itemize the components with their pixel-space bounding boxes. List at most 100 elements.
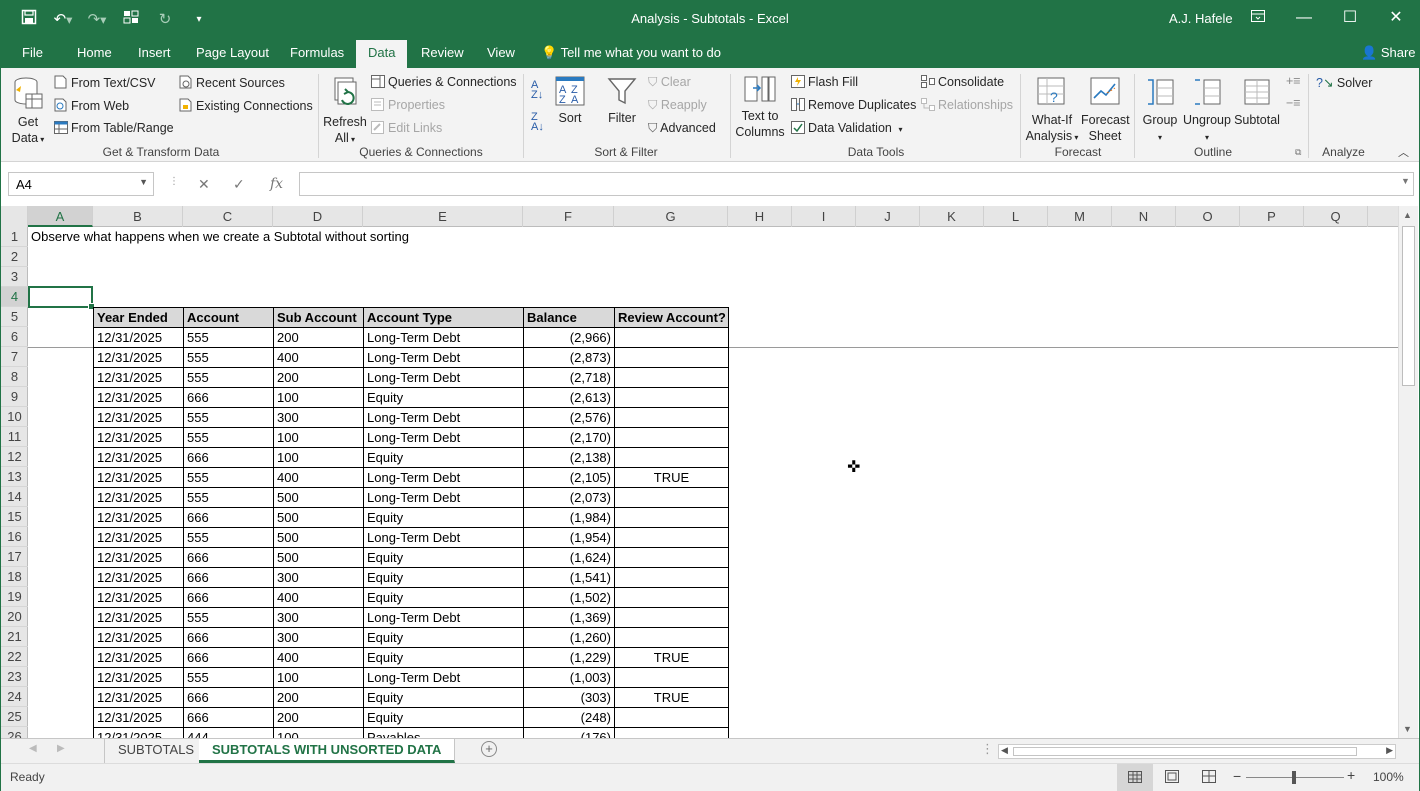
column-header[interactable]: G <box>614 206 728 227</box>
column-header[interactable]: F <box>523 206 614 227</box>
column-header[interactable]: M <box>1048 206 1112 227</box>
tell-me-box[interactable]: 💡 Tell me what you want to do <box>541 45 721 61</box>
cell-sub-account[interactable]: 300 <box>273 407 364 428</box>
row-header[interactable]: 22 <box>1 647 28 667</box>
scroll-down-icon[interactable]: ▼ <box>1403 724 1412 734</box>
cell-sub-account[interactable]: 100 <box>273 667 364 688</box>
page-break-preview-icon[interactable] <box>1202 770 1216 786</box>
remove-duplicates-button[interactable]: Remove Duplicates <box>791 98 916 112</box>
scroll-left-icon[interactable]: ◀ <box>1001 745 1008 756</box>
cell-review-account[interactable] <box>614 627 729 648</box>
sort-z-to-a-icon[interactable]: Z A↓ <box>531 112 544 133</box>
row-header[interactable]: 5 <box>1 307 28 327</box>
cell-review-account[interactable] <box>614 607 729 628</box>
row-header[interactable]: 25 <box>1 707 28 727</box>
cell-balance[interactable]: (1,624) <box>523 547 615 568</box>
header-review-account[interactable]: Review Account? <box>614 307 729 328</box>
cell-sub-account[interactable]: 200 <box>273 687 364 708</box>
row-header[interactable]: 21 <box>1 627 28 647</box>
cell-sub-account[interactable]: 500 <box>273 547 364 568</box>
cell-review-account[interactable] <box>614 327 729 348</box>
cell-sub-account[interactable]: 100 <box>273 387 364 408</box>
row-header[interactable]: 6 <box>1 327 28 347</box>
consolidate-button[interactable]: Consolidate <box>921 75 1004 89</box>
cell-sub-account[interactable]: 500 <box>273 527 364 548</box>
cell-account-type[interactable]: Equity <box>363 587 524 608</box>
row-header[interactable]: 10 <box>1 407 28 427</box>
user-name[interactable]: A.J. Hafele <box>1169 11 1233 26</box>
get-data-button[interactable]: Get Data ▾ <box>9 76 47 148</box>
cell-sub-account[interactable]: 200 <box>273 367 364 388</box>
close-icon[interactable]: ✕ <box>1373 0 1419 38</box>
existing-connections-button[interactable]: Existing Connections <box>179 98 313 113</box>
cell-sub-account[interactable]: 400 <box>273 647 364 668</box>
cell-account[interactable]: 555 <box>183 347 274 368</box>
row-header[interactable]: 8 <box>1 367 28 387</box>
cell-review-account[interactable]: TRUE <box>614 647 729 668</box>
cell-review-account[interactable] <box>614 527 729 548</box>
cell-account[interactable]: 444 <box>183 727 274 738</box>
cell-sub-account[interactable]: 400 <box>273 587 364 608</box>
cell-review-account[interactable] <box>614 367 729 388</box>
expand-formula-bar-icon[interactable]: ▼ <box>1401 176 1410 186</box>
relationships-button[interactable]: Relationships <box>921 98 1013 112</box>
row-header[interactable]: 3 <box>1 267 28 287</box>
row-header[interactable]: 13 <box>1 467 28 487</box>
row-header[interactable]: 18 <box>1 567 28 587</box>
cell-year-ended[interactable]: 12/31/2025 <box>93 427 184 448</box>
cell-year-ended[interactable]: 12/31/2025 <box>93 347 184 368</box>
cell-balance[interactable]: (2,966) <box>523 327 615 348</box>
cell-account-type[interactable]: Long-Term Debt <box>363 487 524 508</box>
from-web-button[interactable]: From Web <box>54 98 129 113</box>
tab-insert[interactable]: Insert <box>138 45 171 60</box>
cell-year-ended[interactable]: 12/31/2025 <box>93 587 184 608</box>
cell-area[interactable]: Observe what happens when we create a Su… <box>28 227 1398 738</box>
cell-sub-account[interactable]: 400 <box>273 347 364 368</box>
cell-review-account[interactable] <box>614 347 729 368</box>
cell-review-account[interactable] <box>614 727 729 738</box>
tab-page-layout[interactable]: Page Layout <box>196 45 269 60</box>
cell-review-account[interactable] <box>614 567 729 588</box>
row-header[interactable]: 17 <box>1 547 28 567</box>
outline-dialog-launcher-icon[interactable]: ⧉ <box>1295 147 1301 158</box>
column-header[interactable]: I <box>792 206 856 227</box>
normal-view-button[interactable] <box>1117 764 1153 791</box>
cell-balance[interactable]: (2,613) <box>523 387 615 408</box>
cell-review-account[interactable] <box>614 667 729 688</box>
cell-account-type[interactable]: Long-Term Debt <box>363 667 524 688</box>
cell-review-account[interactable] <box>614 427 729 448</box>
tab-data[interactable]: Data <box>356 40 408 68</box>
cell-sub-account[interactable]: 100 <box>273 447 364 468</box>
sheet-tab-subtotals-unsorted[interactable]: SUBTOTALS WITH UNSORTED DATA <box>199 739 456 763</box>
insert-function-icon[interactable]: fx <box>270 176 283 192</box>
row-header[interactable]: 19 <box>1 587 28 607</box>
cell-review-account[interactable]: TRUE <box>614 687 729 708</box>
cell-review-account[interactable] <box>614 447 729 468</box>
row-header[interactable]: 23 <box>1 667 28 687</box>
cell-sub-account[interactable]: 300 <box>273 607 364 628</box>
column-header[interactable]: D <box>273 206 363 227</box>
sheet-tab-subtotals[interactable]: SUBTOTALS <box>104 739 209 763</box>
cell-account[interactable]: 555 <box>183 667 274 688</box>
cell-balance[interactable]: (1,260) <box>523 627 615 648</box>
subtotal-button[interactable]: Subtotal <box>1233 76 1281 128</box>
cell-balance[interactable]: (303) <box>523 687 615 708</box>
cell-review-account[interactable] <box>614 587 729 608</box>
row-header[interactable]: 15 <box>1 507 28 527</box>
flash-fill-button[interactable]: Flash Fill <box>791 75 858 89</box>
cell-account[interactable]: 666 <box>183 687 274 708</box>
cell-year-ended[interactable]: 12/31/2025 <box>93 507 184 528</box>
cell-account[interactable]: 666 <box>183 627 274 648</box>
zoom-level[interactable]: 100% <box>1373 770 1404 784</box>
cell-balance[interactable]: (2,576) <box>523 407 615 428</box>
column-header[interactable]: K <box>920 206 984 227</box>
cell-sub-account[interactable]: 500 <box>273 487 364 508</box>
cell-sub-account[interactable]: 400 <box>273 467 364 488</box>
forecast-sheet-button[interactable]: Forecast Sheet <box>1081 76 1130 144</box>
header-balance[interactable]: Balance <box>523 307 615 328</box>
header-year-ended[interactable]: Year Ended <box>93 307 184 328</box>
tab-view[interactable]: View <box>487 45 515 60</box>
cell-account-type[interactable]: Long-Term Debt <box>363 427 524 448</box>
cell-year-ended[interactable]: 12/31/2025 <box>93 327 184 348</box>
cell-balance[interactable]: (1,984) <box>523 507 615 528</box>
